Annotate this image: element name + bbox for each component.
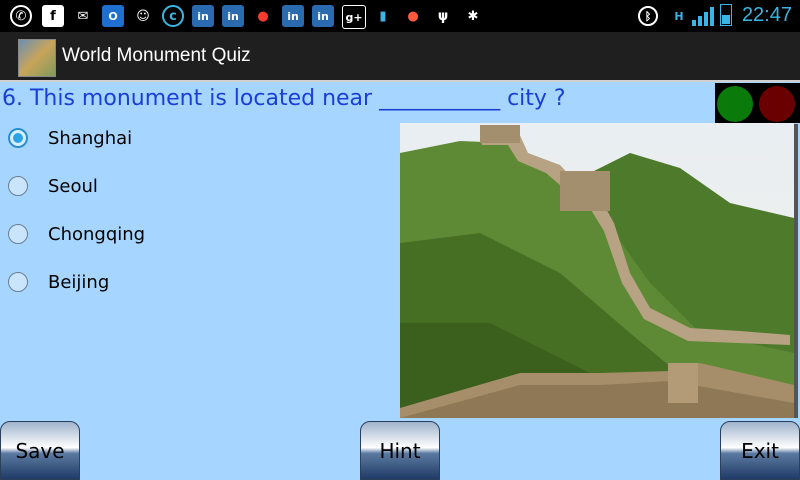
monument-photo xyxy=(400,123,794,418)
answer-indicator xyxy=(715,83,800,123)
linkedin-icon: in xyxy=(282,5,304,27)
linkedin-icon: in xyxy=(222,5,244,27)
option-label: Shanghai xyxy=(48,127,133,149)
signal-icon xyxy=(692,6,714,26)
option-label: Beijing xyxy=(48,271,110,293)
option-label: Seoul xyxy=(48,175,98,197)
option-shanghai[interactable]: Shanghai xyxy=(8,123,132,153)
mail-icon: ✉ xyxy=(77,8,89,24)
app-title: World Monument Quiz xyxy=(62,45,251,66)
status-bar: ✆ f ✉ O ☺ c in in ● in in g+ ▮ ● ψ ✱ ᛒ H… xyxy=(0,0,800,32)
clock: 22:47 xyxy=(741,4,792,26)
hspa-data-icon: H xyxy=(674,9,684,23)
app-icon[interactable] xyxy=(18,39,56,77)
option-beijing[interactable]: Beijing xyxy=(8,267,109,297)
exit-button[interactable]: Exit xyxy=(720,421,800,480)
maps-pin-icon: ● xyxy=(407,8,419,24)
radio-button[interactable] xyxy=(8,272,28,292)
bluetooth-icon: ᛒ xyxy=(638,6,658,26)
messaging-icon: ☺ xyxy=(136,8,150,24)
scrollbar[interactable] xyxy=(794,124,798,418)
question-text: 6. This monument is located near _______… xyxy=(2,86,566,111)
battery-saver-icon: ▮ xyxy=(379,8,387,24)
save-button[interactable]: Save xyxy=(0,421,80,480)
radio-button[interactable] xyxy=(8,224,28,244)
battery-icon xyxy=(720,4,732,26)
outlook-icon: O xyxy=(102,5,124,27)
radio-button[interactable] xyxy=(8,128,28,148)
facebook-icon: f xyxy=(42,5,64,27)
app-c-icon: c xyxy=(162,5,184,27)
google-plus-icon: g+ xyxy=(342,5,366,29)
hint-button[interactable]: Hint xyxy=(360,421,440,480)
radio-button[interactable] xyxy=(8,176,28,196)
correct-indicator-light xyxy=(717,86,753,122)
wrong-indicator-light xyxy=(759,86,795,122)
linkedin-icon: in xyxy=(312,5,334,27)
android-debug-icon: ✱ xyxy=(467,8,479,24)
usb-icon: ψ xyxy=(437,8,449,24)
option-chongqing[interactable]: Chongqing xyxy=(8,219,145,249)
option-label: Chongqing xyxy=(48,223,146,245)
option-seoul[interactable]: Seoul xyxy=(8,171,98,201)
linkedin-icon: in xyxy=(192,5,214,27)
notification-icon: ● xyxy=(257,8,269,24)
action-bar: World Monument Quiz xyxy=(0,32,800,82)
whatsapp-icon: ✆ xyxy=(10,5,32,27)
